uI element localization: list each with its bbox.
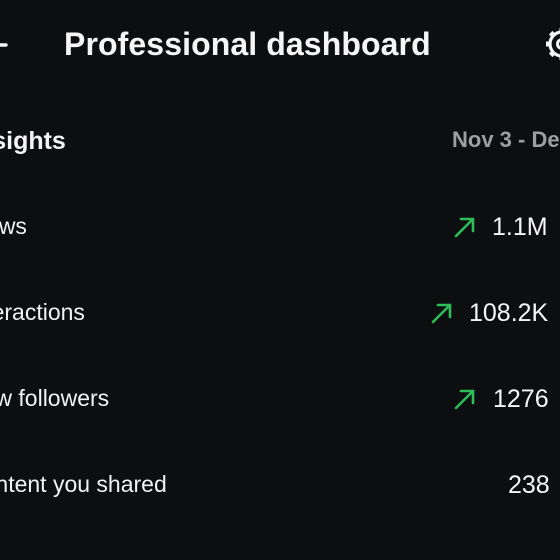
settings-button[interactable] — [540, 22, 560, 66]
trend-up-arrow-icon — [454, 217, 475, 238]
metric-label: Interactions — [0, 299, 85, 325]
metric-row-interactions[interactable]: Interactions 108.2K — [0, 287, 560, 337]
metric-value: 1276 — [493, 385, 549, 413]
metric-row-content-you-shared[interactable]: Content you shared 238 — [0, 459, 560, 509]
metric-value: 108.2K — [469, 299, 549, 327]
trend-up-arrow-icon — [431, 303, 452, 324]
metric-row-new-followers[interactable]: New followers 1276 — [0, 373, 560, 423]
metric-label: Views — [0, 213, 27, 239]
metric-value: 1.1M — [492, 213, 548, 241]
page-title: Professional dashboard — [64, 26, 431, 62]
insights-title: Insights — [0, 127, 66, 155]
trend-up-arrow-icon — [454, 389, 475, 410]
metric-label: Content you shared — [0, 471, 167, 497]
gear-icon — [546, 28, 560, 60]
professional-dashboard-screen: Professional dashboard Insights Nov 3 — [0, 0, 560, 560]
metric-label: New followers — [0, 385, 110, 411]
arrow-left-icon — [0, 43, 8, 47]
metric-value: 238 — [508, 471, 550, 499]
metric-row-views[interactable]: Views 1.1M — [0, 201, 560, 251]
back-button[interactable] — [0, 22, 20, 68]
date-range-label[interactable]: Nov 3 - Dec 2 — [452, 125, 560, 155]
